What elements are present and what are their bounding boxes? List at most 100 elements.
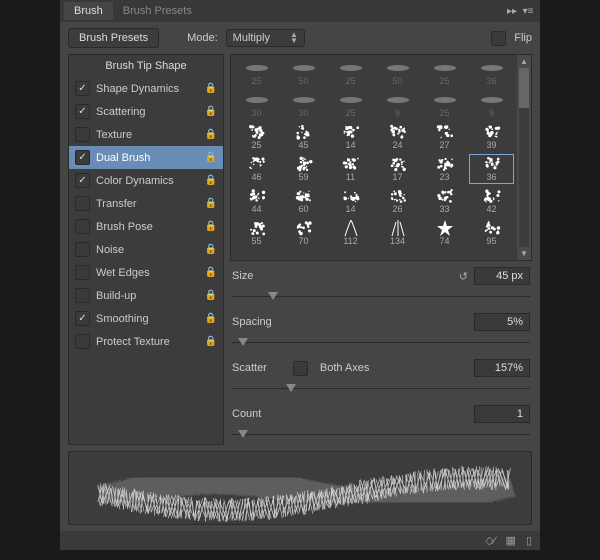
sidebar-item-wet-edges[interactable]: Wet Edges 🔒 <box>69 261 223 284</box>
scatter-slider[interactable] <box>232 383 530 395</box>
spacing-input[interactable]: 5% <box>474 313 530 331</box>
trash-icon[interactable]: ▯ <box>526 534 532 547</box>
mode-label: Mode: <box>187 32 218 44</box>
brush-thumb[interactable]: 33 <box>421 185 468 217</box>
brush-thumb[interactable]: 42 <box>468 185 515 217</box>
size-input[interactable]: 45 px <box>474 267 530 285</box>
sidebar-item-noise[interactable]: Noise🔒 <box>69 238 223 261</box>
new-preset-icon[interactable]: ▦ <box>506 534 516 547</box>
lock-icon[interactable]: 🔒 <box>205 106 217 118</box>
brush-thumb[interactable]: 26 <box>374 185 421 217</box>
brush-thumb[interactable]: 25 <box>421 57 468 89</box>
brush-thumb[interactable]: 25 <box>327 89 374 121</box>
spacing-slider[interactable] <box>232 337 530 349</box>
sidebar-checkbox[interactable] <box>75 81 90 96</box>
sidebar-item-label: Wet Edges <box>96 267 199 279</box>
collapse-icon[interactable]: ▸▸ <box>504 6 520 17</box>
sidebar-checkbox[interactable] <box>75 196 90 211</box>
sidebar-checkbox[interactable] <box>75 288 90 303</box>
sidebar-checkbox[interactable] <box>75 242 90 257</box>
brush-thumb-icon <box>244 61 270 75</box>
brush-thumb[interactable]: 17 <box>374 153 421 185</box>
lock-icon[interactable]: 🔒 <box>205 129 217 141</box>
brush-thumb[interactable]: 36 <box>468 57 515 89</box>
toggle-preview-icon[interactable]: ◇⁄ <box>485 534 495 547</box>
brush-thumb[interactable]: 25 <box>233 121 280 153</box>
sidebar-item-shape-dynamics[interactable]: Shape Dynamics🔒 <box>69 77 223 100</box>
brush-thumb[interactable]: 74 <box>421 217 468 249</box>
reset-size-icon[interactable]: ↺ <box>459 270 468 283</box>
lock-icon[interactable]: 🔒 <box>205 313 217 325</box>
brush-thumb[interactable]: 45 <box>280 121 327 153</box>
brush-thumb[interactable]: 50 <box>374 57 421 89</box>
sidebar-item-dual-brush[interactable]: Dual Brush🔒 <box>69 146 223 169</box>
sidebar-item-protect-texture[interactable]: Protect Texture🔒 <box>69 330 223 353</box>
brush-thumb[interactable]: 25 <box>327 57 374 89</box>
brush-thumb[interactable]: 11 <box>327 153 374 185</box>
brush-thumb[interactable]: 14 <box>327 121 374 153</box>
lock-icon[interactable]: 🔒 <box>205 267 217 279</box>
panel-menu-icon[interactable]: ▾≡ <box>520 6 536 17</box>
lock-icon[interactable]: 🔒 <box>205 221 217 233</box>
count-slider[interactable] <box>232 429 530 441</box>
sidebar-item-smoothing[interactable]: Smoothing🔒 <box>69 307 223 330</box>
sidebar-item-transfer[interactable]: Transfer🔒 <box>69 192 223 215</box>
grid-scrollbar[interactable]: ▲ ▼ <box>517 55 531 260</box>
sidebar-checkbox[interactable] <box>75 127 90 142</box>
brush-thumb[interactable]: 27 <box>421 121 468 153</box>
lock-icon[interactable]: 🔒 <box>205 336 217 348</box>
brush-thumb[interactable]: 9 <box>374 89 421 121</box>
lock-icon[interactable]: 🔒 <box>205 290 217 302</box>
brush-thumb[interactable]: 36 <box>468 153 515 185</box>
scatter-input[interactable]: 157% <box>474 359 530 377</box>
brush-thumb[interactable]: 25 <box>421 89 468 121</box>
sidebar-checkbox[interactable] <box>75 150 90 165</box>
brush-thumb[interactable]: 70 <box>280 217 327 249</box>
sidebar-checkbox[interactable] <box>75 265 90 280</box>
both-axes-checkbox[interactable] <box>293 361 308 376</box>
brush-thumb[interactable]: 134 <box>374 217 421 249</box>
lock-icon[interactable]: 🔒 <box>205 244 217 256</box>
sidebar-item-build-up[interactable]: Build-up🔒 <box>69 284 223 307</box>
sidebar-checkbox[interactable] <box>75 334 90 349</box>
lock-icon[interactable]: 🔒 <box>205 83 217 95</box>
brush-presets-button[interactable]: Brush Presets <box>68 28 159 48</box>
brush-thumb[interactable]: 46 <box>233 153 280 185</box>
brush-thumb[interactable]: 14 <box>327 185 374 217</box>
scroll-up-icon[interactable]: ▲ <box>520 57 528 66</box>
brush-thumb[interactable]: 9 <box>468 89 515 121</box>
sidebar-checkbox[interactable] <box>75 311 90 326</box>
brush-thumb[interactable]: 59 <box>280 153 327 185</box>
brush-thumb[interactable]: 39 <box>468 121 515 153</box>
sidebar-header[interactable]: Brush Tip Shape <box>69 55 223 77</box>
flip-checkbox[interactable] <box>491 31 506 46</box>
brush-thumb[interactable]: 60 <box>280 185 327 217</box>
tab-brush[interactable]: Brush <box>64 2 113 20</box>
lock-icon[interactable]: 🔒 <box>205 152 217 164</box>
lock-icon[interactable]: 🔒 <box>205 198 217 210</box>
brush-thumb[interactable]: 30 <box>233 89 280 121</box>
brush-thumb[interactable]: 44 <box>233 185 280 217</box>
sidebar-item-color-dynamics[interactable]: Color Dynamics🔒 <box>69 169 223 192</box>
sidebar-checkbox[interactable] <box>75 104 90 119</box>
scroll-down-icon[interactable]: ▼ <box>520 249 528 258</box>
sidebar-item-brush-pose[interactable]: Brush Pose🔒 <box>69 215 223 238</box>
scrollbar-thumb[interactable] <box>519 68 529 108</box>
sidebar-checkbox[interactable] <box>75 219 90 234</box>
count-input[interactable]: 1 <box>474 405 530 423</box>
brush-thumb[interactable]: 95 <box>468 217 515 249</box>
mode-dropdown[interactable]: Multiply ▲▼ <box>226 29 305 47</box>
brush-thumb[interactable]: 50 <box>280 57 327 89</box>
brush-thumb[interactable]: 24 <box>374 121 421 153</box>
sidebar-item-texture[interactable]: Texture🔒 <box>69 123 223 146</box>
tab-brush-presets[interactable]: Brush Presets <box>113 2 202 20</box>
brush-thumb[interactable]: 25 <box>233 57 280 89</box>
brush-thumb[interactable]: 23 <box>421 153 468 185</box>
brush-thumb[interactable]: 112 <box>327 217 374 249</box>
brush-thumb[interactable]: 55 <box>233 217 280 249</box>
size-slider[interactable] <box>232 291 530 303</box>
sidebar-checkbox[interactable] <box>75 173 90 188</box>
sidebar-item-scattering[interactable]: Scattering🔒 <box>69 100 223 123</box>
lock-icon[interactable]: 🔒 <box>205 175 217 187</box>
brush-thumb[interactable]: 30 <box>280 89 327 121</box>
